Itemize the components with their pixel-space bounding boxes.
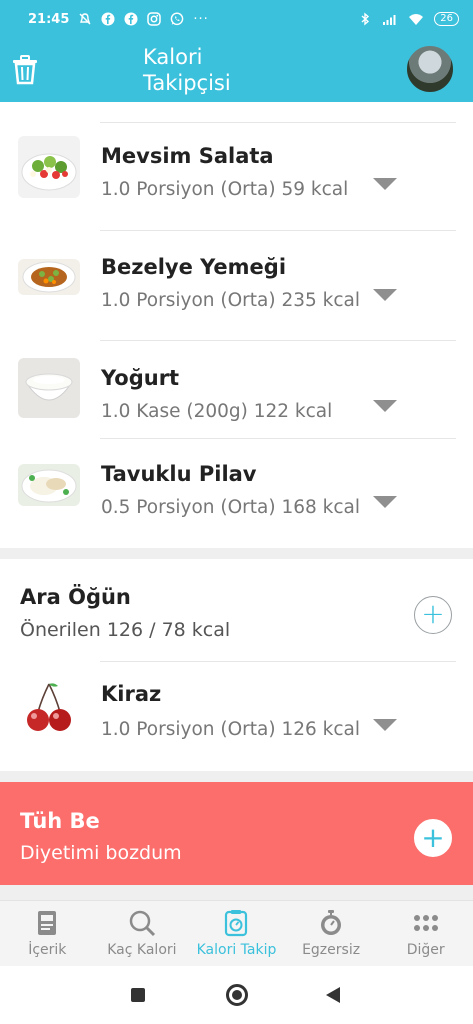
app-bar: Kalori Takipçisi <box>0 38 473 102</box>
list-item[interactable]: Bezelye Yemeği 1.0 Porsiyon (Orta) 235 k… <box>0 247 473 347</box>
nav-label: Diğer <box>406 942 445 958</box>
nav-label: Kalori Takip <box>196 942 277 958</box>
divider <box>100 122 456 123</box>
nav-item-diger[interactable]: Diğer <box>378 901 473 966</box>
section-divider <box>0 771 473 782</box>
nav-label: Egzersiz <box>302 942 361 958</box>
food-detail: 1.0 Porsiyon (Orta) 235 kcal <box>101 290 360 311</box>
dropdown-arrow-icon[interactable] <box>373 496 397 508</box>
instagram-icon <box>147 12 162 26</box>
list-item[interactable]: Yoğurt 1.0 Kase (200g) 122 kcal <box>0 358 473 438</box>
divider <box>100 661 456 662</box>
nav-item-icerik[interactable]: İçerik <box>0 901 95 966</box>
signal-icon <box>383 15 396 25</box>
divider <box>100 230 456 231</box>
food-detail: 0.5 Porsiyon (Orta) 168 kcal <box>101 497 360 518</box>
add-cheat-meal-button[interactable]: + <box>414 819 452 857</box>
salad-image <box>18 136 80 198</box>
more-icon: ··· <box>193 11 209 27</box>
trash-icon[interactable] <box>10 54 40 86</box>
yogurt-image <box>18 358 80 418</box>
bottom-nav: İçerik Kaç Kalori Kalori Takip Egzersiz <box>0 900 473 966</box>
bluetooth-icon <box>361 12 370 26</box>
meal-subtitle: Önerilen 126 / 78 kcal <box>20 619 231 641</box>
facebook-icon <box>101 12 115 26</box>
mute-icon <box>79 13 91 25</box>
dropdown-arrow-icon[interactable] <box>373 178 397 190</box>
list-item[interactable]: Kiraz 1.0 Porsiyon (Orta) 126 kcal <box>0 680 473 775</box>
peas-dish-image <box>18 259 80 295</box>
facebook-icon <box>124 12 138 26</box>
whatsapp-icon <box>171 12 184 26</box>
food-name: Yoğurt <box>101 366 180 390</box>
list-item[interactable]: Mevsim Salata 1.0 Porsiyon (Orta) 59 kca… <box>0 136 473 236</box>
wifi-icon <box>409 14 424 25</box>
nav-label: Kaç Kalori <box>107 942 177 958</box>
search-icon <box>129 910 155 937</box>
dropdown-arrow-icon[interactable] <box>373 719 397 731</box>
food-detail: 1.0 Porsiyon (Orta) 126 kcal <box>101 719 360 740</box>
cheat-meal-subtitle: Diyetimi bozdum <box>20 842 182 864</box>
meal-title: Ara Öğün <box>20 585 131 609</box>
chicken-rice-image <box>18 464 80 506</box>
food-name: Tavuklu Pilav <box>101 462 257 486</box>
status-time: 21:45 <box>28 11 70 27</box>
nav-item-kac-kalori[interactable]: Kaç Kalori <box>95 901 190 966</box>
avatar[interactable] <box>405 44 455 94</box>
stopwatch-icon <box>321 910 342 935</box>
list-item[interactable]: Tavuklu Pilav 0.5 Porsiyon (Orta) 168 kc… <box>0 454 473 554</box>
divider <box>100 340 456 341</box>
dropdown-arrow-icon[interactable] <box>373 289 397 301</box>
scale-icon <box>225 910 248 937</box>
food-detail: 1.0 Porsiyon (Orta) 59 kcal <box>101 179 349 200</box>
back-icon[interactable] <box>326 987 340 1003</box>
section-divider <box>0 885 473 900</box>
page-title: Kalori Takipçisi <box>143 45 231 95</box>
content-icon <box>38 911 57 935</box>
food-name: Kiraz <box>101 682 162 706</box>
section-divider <box>0 548 473 559</box>
status-bar: 21:45 ··· 26 <box>0 0 473 38</box>
system-nav-bar <box>0 966 473 1024</box>
dropdown-arrow-icon[interactable] <box>373 400 397 412</box>
battery-icon: 26 <box>434 12 459 26</box>
home-icon[interactable] <box>226 984 248 1006</box>
cheat-meal-title: Tüh Be <box>20 809 100 833</box>
add-snack-button[interactable]: + <box>414 596 452 634</box>
cherry-image <box>18 680 80 734</box>
nav-label: İçerik <box>28 942 67 958</box>
recent-apps-icon[interactable] <box>131 988 145 1002</box>
food-name: Bezelye Yemeği <box>101 255 287 279</box>
food-name: Mevsim Salata <box>101 144 274 168</box>
divider <box>100 438 456 439</box>
cheat-meal-card[interactable]: Tüh Be Diyetimi bozdum + <box>0 782 473 885</box>
food-detail: 1.0 Kase (200g) 122 kcal <box>101 401 333 422</box>
nav-item-egzersiz[interactable]: Egzersiz <box>284 901 379 966</box>
grid-icon <box>413 915 438 931</box>
nav-item-kalori-takip[interactable]: Kalori Takip <box>189 901 284 966</box>
